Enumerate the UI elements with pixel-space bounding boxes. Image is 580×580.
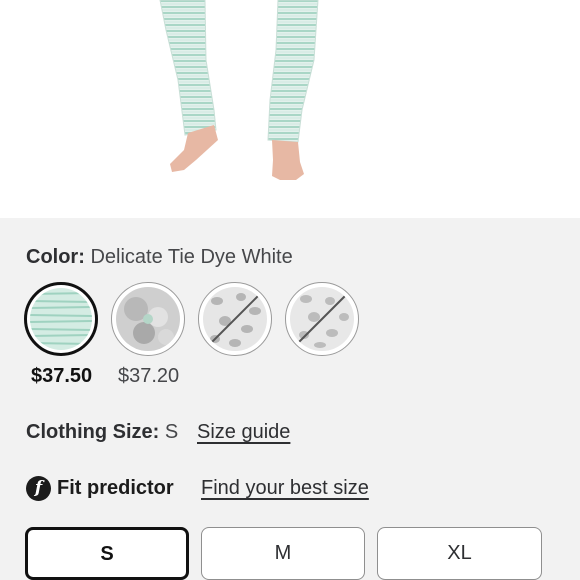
color-label: Color:	[26, 246, 91, 268]
color-value: Delicate Tie Dye White	[90, 246, 293, 268]
swatch-price-1: $37.50	[31, 365, 93, 387]
clothing-size-row: Clothing Size: S	[26, 421, 178, 444]
swatch-price-2: $37.20	[118, 365, 180, 387]
swatch-grey-floral[interactable]	[111, 282, 185, 356]
product-image	[0, 0, 580, 218]
product-options-panel	[0, 218, 580, 580]
swatch-grey-leopard-2[interactable]	[285, 282, 359, 356]
fit-predictor-label: Fit predictor	[57, 477, 174, 499]
swatch-grey-leopard-1[interactable]	[198, 282, 272, 356]
size-button-xl[interactable]: XL	[377, 527, 542, 580]
clothing-size-label: Clothing Size:	[26, 421, 165, 443]
color-row: Color: Delicate Tie Dye White	[26, 246, 293, 269]
swatch-mint-stripe[interactable]	[24, 282, 98, 356]
clothing-size-value: S	[164, 421, 179, 443]
fit-predictor-icon: f	[26, 476, 51, 501]
find-best-size-link[interactable]: Find your best size	[201, 477, 369, 500]
size-button-m[interactable]: M	[201, 527, 365, 580]
size-guide-link[interactable]: Size guide	[197, 421, 290, 444]
size-button-s[interactable]: S	[25, 527, 189, 580]
